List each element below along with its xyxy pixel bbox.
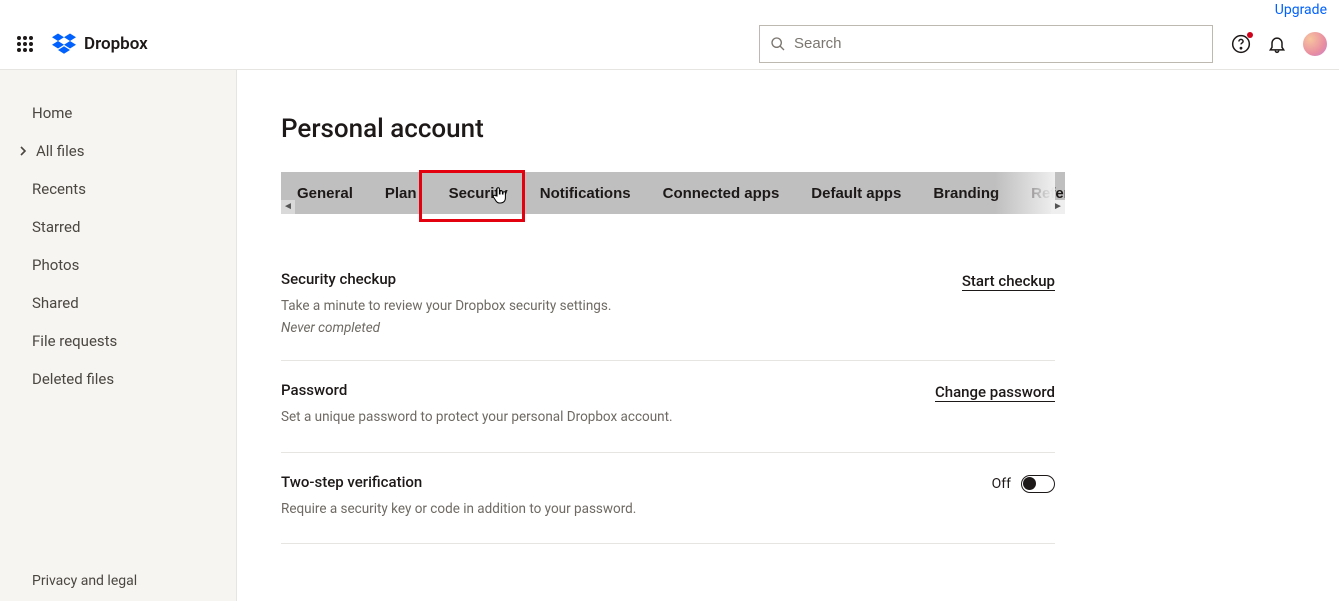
sidebar-item-label: Home xyxy=(32,104,72,122)
sidebar-item-label: File requests xyxy=(32,332,117,350)
sidebar-item-label: Shared xyxy=(32,294,79,312)
toggle-state-label: Off xyxy=(992,476,1011,492)
tab-notifications[interactable]: Notifications xyxy=(524,172,647,214)
sidebar-item-label: Recents xyxy=(32,180,86,198)
start-checkup-link[interactable]: Start checkup xyxy=(962,272,1055,291)
sidebar-item-starred[interactable]: Starred xyxy=(0,208,236,246)
page-title: Personal account xyxy=(281,114,1299,144)
section-title: Security checkup xyxy=(281,270,611,288)
section-title: Password xyxy=(281,381,673,399)
app-header: Dropbox xyxy=(0,18,1339,70)
section-security-checkup: Security checkup Take a minute to review… xyxy=(281,250,1055,361)
sidebar: Home All files Recents Starred Photos Sh… xyxy=(0,70,237,601)
sidebar-item-recents[interactable]: Recents xyxy=(0,170,236,208)
tab-connectedapps[interactable]: Connected apps xyxy=(647,172,796,214)
section-title: Two-step verification xyxy=(281,473,636,491)
tab-scroll-left[interactable]: ◄ xyxy=(281,200,295,214)
dropbox-logo-icon xyxy=(52,33,76,55)
sidebar-item-photos[interactable]: Photos xyxy=(0,246,236,284)
upgrade-link[interactable]: Upgrade xyxy=(1275,2,1327,18)
help-icon[interactable] xyxy=(1231,34,1251,54)
search-input[interactable] xyxy=(794,35,1202,52)
section-desc: Take a minute to review your Dropbox sec… xyxy=(281,296,611,316)
section-desc: Set a unique password to protect your pe… xyxy=(281,407,673,427)
avatar[interactable] xyxy=(1303,32,1327,56)
brand[interactable]: Dropbox xyxy=(52,33,148,55)
bell-icon[interactable] xyxy=(1267,34,1287,54)
search-box[interactable] xyxy=(759,25,1213,63)
change-password-link[interactable]: Change password xyxy=(935,383,1055,402)
tab-plan[interactable]: Plan xyxy=(369,172,433,214)
tab-scroll-right[interactable]: ► xyxy=(1051,200,1065,214)
sidebar-item-label: All files xyxy=(36,142,84,160)
section-twostep: Two-step verification Require a security… xyxy=(281,453,1055,544)
help-badge-dot xyxy=(1247,32,1253,38)
tab-security[interactable]: Security xyxy=(433,172,524,214)
toggle-knob xyxy=(1023,477,1036,490)
search-icon xyxy=(770,36,786,52)
tab-branding[interactable]: Branding xyxy=(917,172,1015,214)
sidebar-item-label: Photos xyxy=(32,256,79,274)
main-content: Personal account General Plan Security N… xyxy=(237,70,1339,601)
twostep-toggle[interactable] xyxy=(1021,475,1055,493)
sidebar-item-label: Starred xyxy=(32,218,80,236)
tab-defaultapps[interactable]: Default apps xyxy=(795,172,917,214)
sidebar-item-home[interactable]: Home xyxy=(0,94,236,132)
section-desc: Require a security key or code in additi… xyxy=(281,499,636,519)
chevron-right-icon xyxy=(16,146,30,156)
tabs-container: General Plan Security Notifications Conn… xyxy=(281,172,1065,214)
sidebar-item-deleted[interactable]: Deleted files xyxy=(0,360,236,398)
sidebar-item-shared[interactable]: Shared xyxy=(0,284,236,322)
sidebar-item-label: Deleted files xyxy=(32,370,114,388)
sidebar-footer-link[interactable]: Privacy and legal xyxy=(0,561,236,601)
brand-name: Dropbox xyxy=(84,34,148,54)
sidebar-item-allfiles[interactable]: All files xyxy=(0,132,236,170)
section-password: Password Set a unique password to protec… xyxy=(281,361,1055,452)
section-meta: Never completed xyxy=(281,320,611,336)
sidebar-item-filerequests[interactable]: File requests xyxy=(0,322,236,360)
app-grid-icon[interactable] xyxy=(16,35,34,53)
